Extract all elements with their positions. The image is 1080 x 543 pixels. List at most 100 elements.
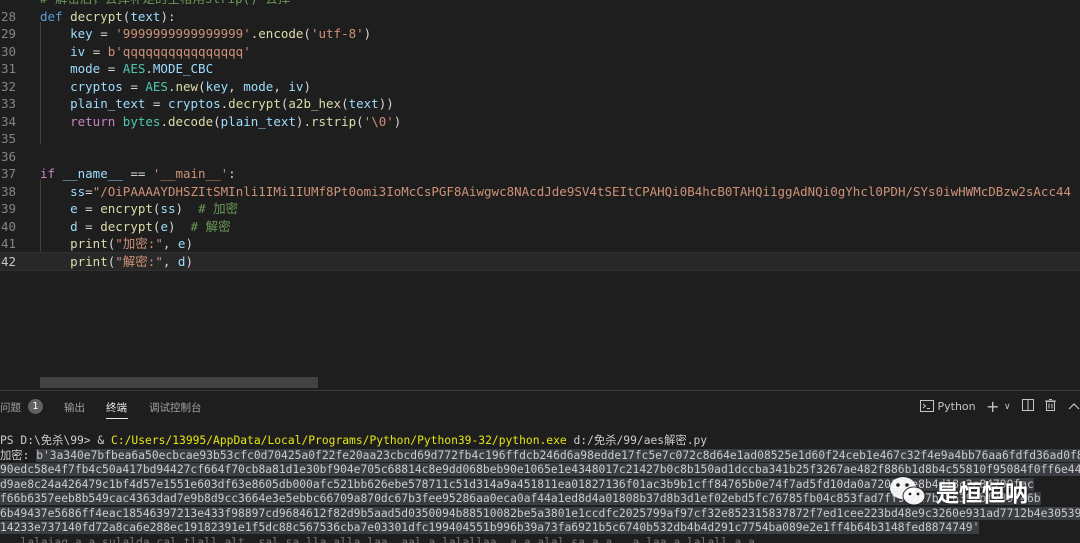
code-token: # 解密后，去掉补足的空格用strip() 去掉 [40, 0, 290, 6]
tab-output[interactable]: 输出 [64, 400, 85, 415]
code-token: "/OiPAAAAYDHSZItSMInli1IMi1IUMf8Pt0omi3I… [92, 183, 1072, 199]
line-number: 33 [0, 96, 16, 111]
terminal-icon [920, 400, 934, 412]
terminal-profile-label: Python [937, 400, 976, 413]
code-line[interactable]: 29 key = '9999999999999999'.encode('utf-… [0, 25, 1080, 43]
problems-count-badge: 1 [28, 399, 43, 414]
code-token: ( [213, 113, 221, 129]
code-token: . [160, 113, 168, 129]
line-code: iv = b'qqqqqqqqqqqqqqqq' [40, 43, 251, 61]
code-line[interactable]: 31 mode = AES.MODE_CBC [0, 60, 1080, 78]
code-line[interactable]: 42 print("解密:", d) [0, 251, 1080, 271]
code-line[interactable]: 41 print("加密:", e) [0, 235, 1080, 253]
new-terminal-button[interactable]: + [986, 397, 999, 417]
code-token: = [85, 43, 108, 59]
code-token: # 加密 [198, 201, 239, 216]
kill-terminal-button[interactable] [1045, 397, 1056, 417]
split-terminal-button[interactable] [1022, 397, 1034, 417]
code-token: print [70, 236, 108, 251]
vscode-window: # 解密后，去掉补足的空格用strip() 去掉 28def decrypt(te… [0, 0, 1080, 543]
line-number: 40 [0, 218, 16, 234]
code-line[interactable]: 36 [0, 148, 1080, 166]
code-token: d [70, 218, 78, 234]
code-token: ) [185, 253, 193, 269]
code-line[interactable]: 33 plain_text = cryptos.decrypt(a2b_hex(… [0, 95, 1080, 113]
code-token: ) [185, 236, 193, 251]
wechat-watermark: 是恒恒呐 [888, 470, 1078, 514]
code-token: __name__ [62, 166, 123, 181]
tab-debug-console[interactable]: 调试控制台 [149, 400, 202, 415]
encrypt-label: 加密: [0, 448, 37, 462]
code-token: = [77, 201, 101, 216]
code-token: = [122, 78, 146, 94]
line-number: 38 [0, 183, 16, 199]
terminal-text: 14233e737140fd72a8ca6e288ec19182391e1f5d… [0, 521, 980, 534]
line-number: 41 [0, 236, 16, 251]
code-token: ). [295, 113, 311, 129]
code-line[interactable]: 35 [0, 130, 1080, 148]
code-token: AES [122, 61, 146, 76]
code-token: '\0' [363, 113, 394, 129]
code-token: text [130, 8, 161, 24]
code-token: # 解密 [190, 218, 231, 234]
code-line[interactable]: # 解密后，去掉补足的空格用strip() 去掉 [0, 0, 1080, 8]
line-number: 36 [0, 148, 16, 164]
line-number: 37 [0, 166, 16, 181]
code-line[interactable]: 32 cryptos = AES.new(key, mode, iv) [0, 78, 1080, 96]
line-code: def decrypt(text): [40, 8, 176, 26]
code-line[interactable]: 34 return bytes.decode(plain_text).rstri… [0, 113, 1080, 131]
code-token: return [70, 113, 123, 129]
tab-problems[interactable]: 问题 [0, 400, 21, 415]
line-number: 42 [0, 253, 16, 269]
code-token: ) [303, 78, 311, 94]
line-code: key = '9999999999999999'.encode('utf-8') [40, 25, 371, 43]
maximize-panel-button[interactable] [1068, 397, 1080, 417]
line-number: 35 [0, 131, 16, 146]
code-token: "加密:" [115, 236, 163, 251]
code-token: = [85, 183, 93, 199]
code-line[interactable]: 40 d = decrypt(e) # 解密 [0, 218, 1080, 236]
terminal-text: d9ae8c24a426479c1bf4d57e1551e603df63e860… [0, 477, 1034, 491]
code-token: print [70, 253, 108, 269]
line-code: mode = AES.MODE_CBC [40, 60, 213, 78]
panel-tabs: 问题 1 输出 终端 调试控制台 Python + ∨ [0, 391, 1080, 423]
code-editor[interactable]: # 解密后，去掉补足的空格用strip() 去掉 28def decrypt(te… [0, 0, 1080, 390]
horizontal-scrollbar[interactable] [40, 377, 318, 388]
code-line[interactable]: 38 ss="/OiPAAAAYDHSZItSMInli1IMi1IUMf8Pt… [0, 183, 1080, 201]
code-token: encrypt [100, 201, 153, 216]
code-token: def [40, 8, 71, 24]
code-token: cryptos [167, 96, 221, 111]
code-line[interactable]: 30 iv = b'qqqqqqqqqqqqqqqq' [0, 43, 1080, 61]
terminal-text: b'3a340e7bfbea6a50ecbcae93b53cfc0d70425a… [36, 448, 1080, 462]
line-code: print("解密:", d) [40, 253, 193, 271]
script-argument: d:/免杀/99/aes解密.py [566, 434, 708, 447]
code-token: rstrip [310, 113, 357, 129]
code-token: iv [70, 43, 86, 59]
code-token: = [145, 96, 168, 111]
code-token: plain_text [70, 96, 146, 111]
code-token: mode [70, 61, 101, 76]
code-line[interactable]: 37 if __name__ == '__main__': [0, 165, 1080, 183]
code-token: text [348, 96, 379, 111]
terminal-profile-button[interactable]: Python [920, 397, 976, 417]
chevron-up-icon [1068, 403, 1080, 410]
tab-terminal[interactable]: 终端 [106, 400, 127, 415]
code-token: = [100, 61, 123, 76]
code-token: , [228, 78, 244, 94]
chevron-down-icon[interactable]: ∨ [1004, 397, 1011, 417]
code-token: '__main__' [152, 166, 229, 181]
code-token: ) [393, 113, 402, 129]
terminal-prompt: PS D:\免杀\99> & [0, 434, 112, 447]
code-token: ( [341, 96, 349, 111]
code-token: , [162, 236, 178, 251]
code-line[interactable]: 28 def decrypt(text): [0, 8, 1080, 26]
code-line[interactable]: 39 e = encrypt(ss) # 加密 [0, 200, 1080, 218]
code-token: MODE_CBC [152, 61, 214, 76]
code-token: a2b_hex [288, 96, 342, 111]
